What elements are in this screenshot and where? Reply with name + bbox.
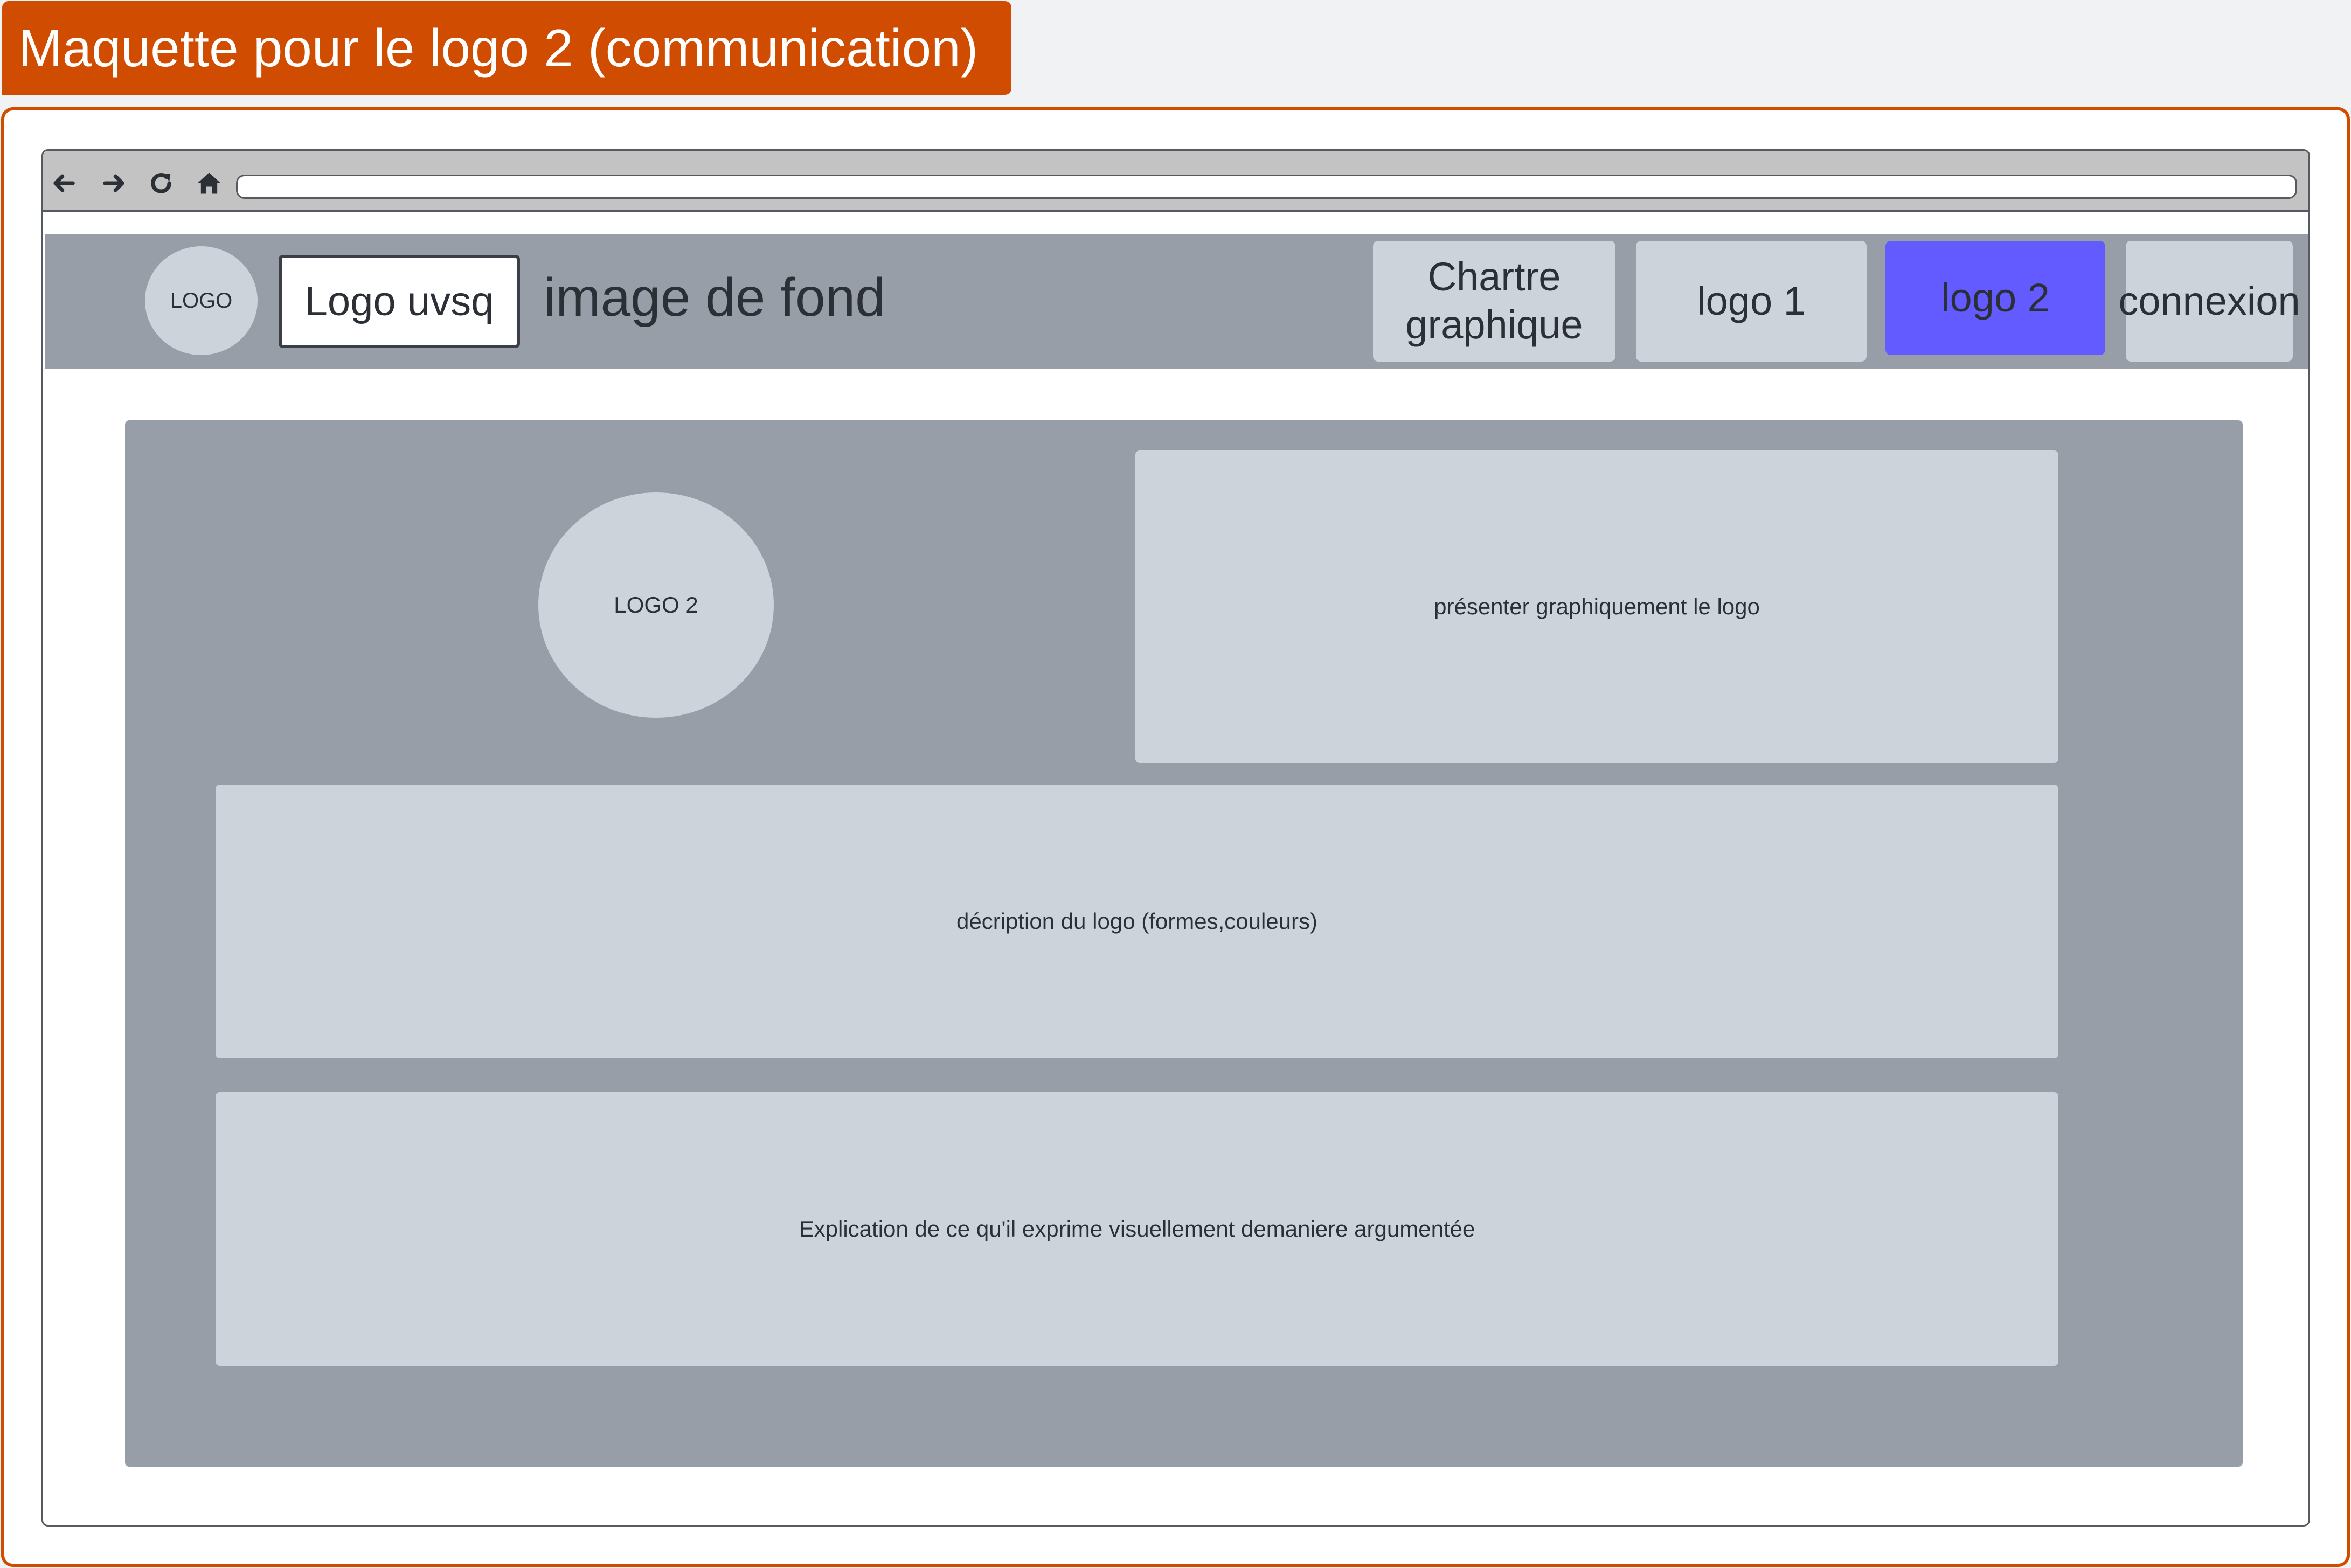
header-logo[interactable]: LOGO xyxy=(145,246,258,355)
browser-window: LOGO Logo uvsq image de fond Chartre gra… xyxy=(41,149,2310,1527)
logo-uvsq-box[interactable]: Logo uvsq xyxy=(279,255,520,348)
explanation-panel: Explication de ce qu'il exprime visuelle… xyxy=(216,1092,2058,1366)
home-icon[interactable] xyxy=(195,169,223,197)
logo-2-circle: LOGO 2 xyxy=(538,492,774,718)
nav-chartre-graphique[interactable]: Chartre graphique xyxy=(1373,241,1615,362)
present-logo-panel: présenter graphiquement le logo xyxy=(1135,450,2058,763)
nav-chartre-line2: graphique xyxy=(1405,302,1583,347)
browser-toolbar xyxy=(43,151,2308,212)
address-bar[interactable] xyxy=(236,175,2297,199)
nav-logo-2[interactable]: logo 2 xyxy=(1885,241,2105,355)
back-arrow-icon[interactable] xyxy=(50,169,78,197)
forward-arrow-icon[interactable] xyxy=(100,169,128,197)
nav-chartre-line1: Chartre xyxy=(1427,254,1561,300)
nav-connexion[interactable]: connexion xyxy=(2118,241,2300,362)
reload-icon[interactable] xyxy=(147,169,175,197)
site-header: LOGO Logo uvsq image de fond Chartre gra… xyxy=(45,234,2308,369)
background-image-label: image de fond xyxy=(544,267,885,328)
description-panel: décription du logo (formes,couleurs) xyxy=(216,785,2058,1058)
nav-logo-1[interactable]: logo 1 xyxy=(1636,241,1867,362)
diagram-title: Maquette pour le logo 2 (communication) xyxy=(2,1,1011,95)
content-area: LOGO 2 présenter graphiquement le logo d… xyxy=(125,420,2243,1467)
